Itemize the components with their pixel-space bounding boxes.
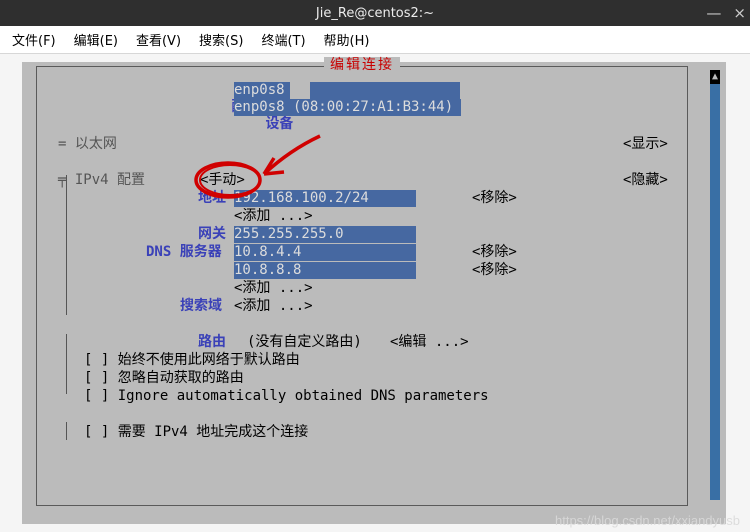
minimize-button[interactable]: — — [706, 4, 721, 22]
label-dns: DNS 服务器 — [146, 244, 222, 261]
window-title: Jie_Re@centos2:~ — [316, 6, 434, 21]
config-name-value[interactable]: enp0s8 — [234, 82, 290, 99]
menu-view[interactable]: 查看(V) — [128, 26, 189, 53]
hide-button[interactable]: <隐藏> — [623, 172, 668, 189]
menu-edit[interactable]: 编辑(E) — [66, 26, 126, 53]
search-domain-add[interactable]: <添加 ...> — [234, 298, 313, 315]
tree-line-2 — [66, 334, 67, 394]
no-custom-routes: (没有自定义路由) — [247, 334, 362, 351]
opt-ignore-auto-routes[interactable]: [ ] 忽略自动获取的路由 — [84, 370, 244, 387]
ipv4-method[interactable]: <手动> — [200, 172, 245, 189]
menu-help[interactable]: 帮助(H) — [316, 26, 378, 53]
device-value[interactable]: enp0s8 (08:00:27:A1:B3:44) — [234, 99, 461, 116]
address-value[interactable]: 192.168.100.2/24 — [234, 190, 416, 207]
opt-ignore-auto-dns[interactable]: [ ] Ignore automatically obtained DNS pa… — [84, 388, 489, 405]
ethernet-section[interactable]: = 以太网 — [58, 136, 117, 153]
scrollbar[interactable] — [710, 70, 720, 500]
dns-value-2[interactable]: 10.8.8.8 — [234, 262, 416, 279]
scroll-up-arrow[interactable]: ▲ — [710, 70, 720, 84]
opt-require-ipv4[interactable]: [ ] 需要 IPv4 地址完成这个连接 — [84, 424, 308, 441]
label-routes: 路由 — [198, 334, 226, 351]
dns-value-1[interactable]: 10.8.4.4 — [234, 244, 416, 261]
label-address: 地址 — [198, 190, 226, 207]
label-search-domain: 搜索域 — [180, 298, 222, 315]
dns1-remove[interactable]: <移除> — [472, 244, 517, 261]
tree-line — [66, 175, 67, 315]
show-button[interactable]: <显示> — [623, 136, 668, 153]
terminal-viewport: 编辑连接 ▲ 配置名称 enp0s8 设备 enp0s8 (08:00:27:A… — [22, 62, 726, 524]
dns2-remove[interactable]: <移除> — [472, 262, 517, 279]
gateway-value[interactable]: 255.255.255.0 — [234, 226, 416, 243]
tree-line-3 — [66, 422, 67, 440]
opt-no-default-route[interactable]: [ ] 始终不使用此网络于默认路由 — [84, 352, 300, 369]
close-button[interactable]: × — [733, 4, 746, 22]
terminal-area: 编辑连接 ▲ 配置名称 enp0s8 设备 enp0s8 (08:00:27:A… — [0, 54, 750, 532]
address-remove[interactable]: <移除> — [472, 190, 517, 207]
config-name-pad[interactable] — [310, 82, 460, 99]
edit-routes-button[interactable]: <编辑 ...> — [390, 334, 469, 351]
dialog-title: 编辑连接 — [324, 57, 400, 74]
menu-terminal[interactable]: 终端(T) — [253, 26, 313, 53]
window-titlebar: Jie_Re@centos2:~ — × — [0, 0, 750, 26]
menu-file[interactable]: 文件(F) — [4, 26, 64, 53]
label-device: 设备 — [265, 116, 293, 132]
address-add[interactable]: <添加 ...> — [234, 208, 313, 225]
menubar: 文件(F) 编辑(E) 查看(V) 搜索(S) 终端(T) 帮助(H) — [0, 26, 750, 54]
ipv4-section[interactable]: ╤ IPv4 配置 — [58, 172, 145, 189]
label-gateway: 网关 — [198, 226, 226, 243]
menu-search[interactable]: 搜索(S) — [191, 26, 251, 53]
dns-add[interactable]: <添加 ...> — [234, 280, 313, 297]
